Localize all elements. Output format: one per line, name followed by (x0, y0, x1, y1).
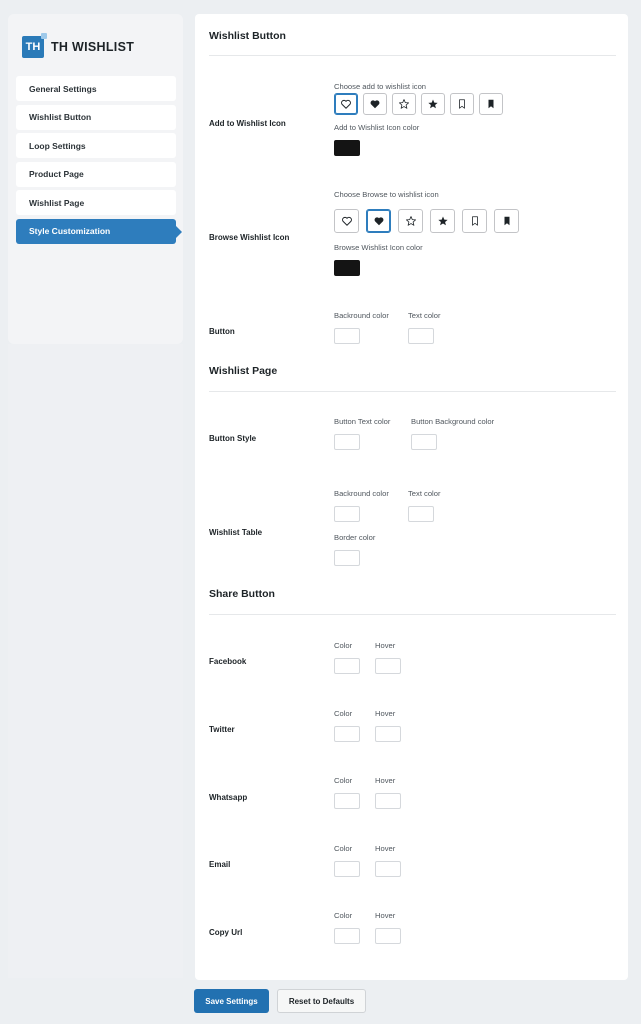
whatsapp-hover-swatch[interactable] (375, 793, 401, 809)
button-bg-caption: Backround color (334, 311, 389, 320)
star-outline-icon[interactable] (398, 209, 423, 233)
add-icon-color-caption: Add to Wishlist Icon color (334, 123, 420, 132)
email-label: Email (209, 860, 231, 869)
browse-icon-color-swatch[interactable] (334, 260, 360, 276)
logo: TH TH WISHLIST (22, 33, 135, 58)
email-color-caption: Color (334, 844, 353, 853)
browse-icon-caption: Choose Browse to wishlist icon (334, 190, 439, 199)
section-title-share-button: Share Button (209, 588, 275, 600)
facebook-label: Facebook (209, 657, 247, 666)
logo-text: TH WISHLIST (51, 40, 135, 54)
email-hover-swatch[interactable] (375, 861, 401, 877)
sidebar-item-style-customization[interactable]: Style Customization (16, 218, 182, 244)
twitter-color-swatch[interactable] (334, 726, 360, 742)
sidebar-item-wishlist-button[interactable]: Wishlist Button (16, 104, 176, 130)
section-title-wishlist-button: Wishlist Button (209, 30, 286, 42)
sidebar-item-general-settings[interactable]: General Settings (16, 76, 176, 101)
divider (209, 614, 616, 615)
button-label: Button (209, 327, 235, 336)
settings-panel: Wishlist Button Add to Wishlist Icon Cho… (195, 14, 628, 980)
browse-icon-picker (334, 209, 519, 233)
sidebar-item-wishlist-page[interactable]: Wishlist Page (16, 190, 176, 216)
copy-url-hover-caption: Hover (375, 911, 396, 920)
add-icon-caption: Choose add to wishlist icon (334, 82, 427, 91)
facebook-color-swatch[interactable] (334, 658, 360, 674)
copy-url-color-swatch[interactable] (334, 928, 360, 944)
whatsapp-color-caption: Color (334, 776, 353, 785)
heart-outline-icon[interactable] (334, 209, 359, 233)
sidebar-nav: General Settings Wishlist Button Loop Se… (16, 76, 182, 248)
twitter-color-caption: Color (334, 709, 353, 718)
email-hover-caption: Hover (375, 844, 396, 853)
sidebar-item-loop-settings[interactable]: Loop Settings (16, 133, 176, 159)
add-to-wishlist-icon-label: Add to Wishlist Icon (209, 119, 286, 128)
button-text-color-swatch[interactable] (408, 328, 434, 344)
browse-icon-color-caption: Browse Wishlist Icon color (334, 243, 423, 252)
logo-icon: TH (22, 33, 47, 58)
copy-url-hover-swatch[interactable] (375, 928, 401, 944)
button-style-label: Button Style (209, 434, 257, 443)
button-text-color-caption: Button Text color (334, 417, 391, 426)
heart-filled-icon[interactable] (366, 209, 391, 233)
copy-url-label: Copy Url (209, 928, 243, 937)
heart-outline-icon[interactable] (334, 93, 358, 115)
twitter-hover-caption: Hover (375, 709, 396, 718)
copy-url-color-caption: Color (334, 911, 353, 920)
sidebar-item-product-page[interactable]: Product Page (16, 161, 176, 187)
table-text-color-swatch[interactable] (408, 506, 434, 522)
add-icon-color-swatch[interactable] (334, 140, 360, 156)
sidebar: TH TH WISHLIST General Settings Wishlist… (8, 14, 183, 344)
star-filled-icon[interactable] (421, 93, 445, 115)
table-bg-caption: Backround color (334, 489, 389, 498)
divider (209, 55, 616, 56)
section-title-wishlist-page: Wishlist Page (209, 365, 278, 377)
divider (209, 391, 616, 392)
table-bg-color-swatch[interactable] (334, 506, 360, 522)
facebook-color-caption: Color (334, 641, 353, 650)
sidebar-background (8, 344, 183, 978)
bookmark-filled-icon[interactable] (494, 209, 519, 233)
browse-wishlist-icon-label: Browse Wishlist Icon (209, 233, 290, 242)
whatsapp-label: Whatsapp (209, 793, 248, 802)
table-text-caption: Text color (408, 489, 441, 498)
button-text-caption: Text color (408, 311, 441, 320)
facebook-hover-caption: Hover (375, 641, 396, 650)
button-bg-color-caption: Button Background color (411, 417, 495, 426)
table-border-caption: Border color (334, 533, 376, 542)
twitter-hover-swatch[interactable] (375, 726, 401, 742)
bookmark-filled-icon[interactable] (479, 93, 503, 115)
bookmark-outline-icon[interactable] (462, 209, 487, 233)
save-settings-button[interactable]: Save Settings (194, 989, 269, 1013)
twitter-label: Twitter (209, 725, 235, 734)
heart-filled-icon[interactable] (363, 93, 387, 115)
email-color-swatch[interactable] (334, 861, 360, 877)
button-bg-color-swatch[interactable] (334, 328, 360, 344)
wishlist-table-label: Wishlist Table (209, 528, 263, 537)
app-frame: TH TH WISHLIST General Settings Wishlist… (0, 0, 641, 1024)
add-icon-picker (334, 93, 503, 115)
page-button-text-color-swatch[interactable] (334, 434, 360, 450)
whatsapp-hover-caption: Hover (375, 776, 396, 785)
star-outline-icon[interactable] (392, 93, 416, 115)
table-border-color-swatch[interactable] (334, 550, 360, 566)
bookmark-outline-icon[interactable] (450, 93, 474, 115)
star-filled-icon[interactable] (430, 209, 455, 233)
whatsapp-color-swatch[interactable] (334, 793, 360, 809)
page-button-bg-color-swatch[interactable] (411, 434, 437, 450)
facebook-hover-swatch[interactable] (375, 658, 401, 674)
reset-to-defaults-button[interactable]: Reset to Defaults (277, 989, 366, 1013)
